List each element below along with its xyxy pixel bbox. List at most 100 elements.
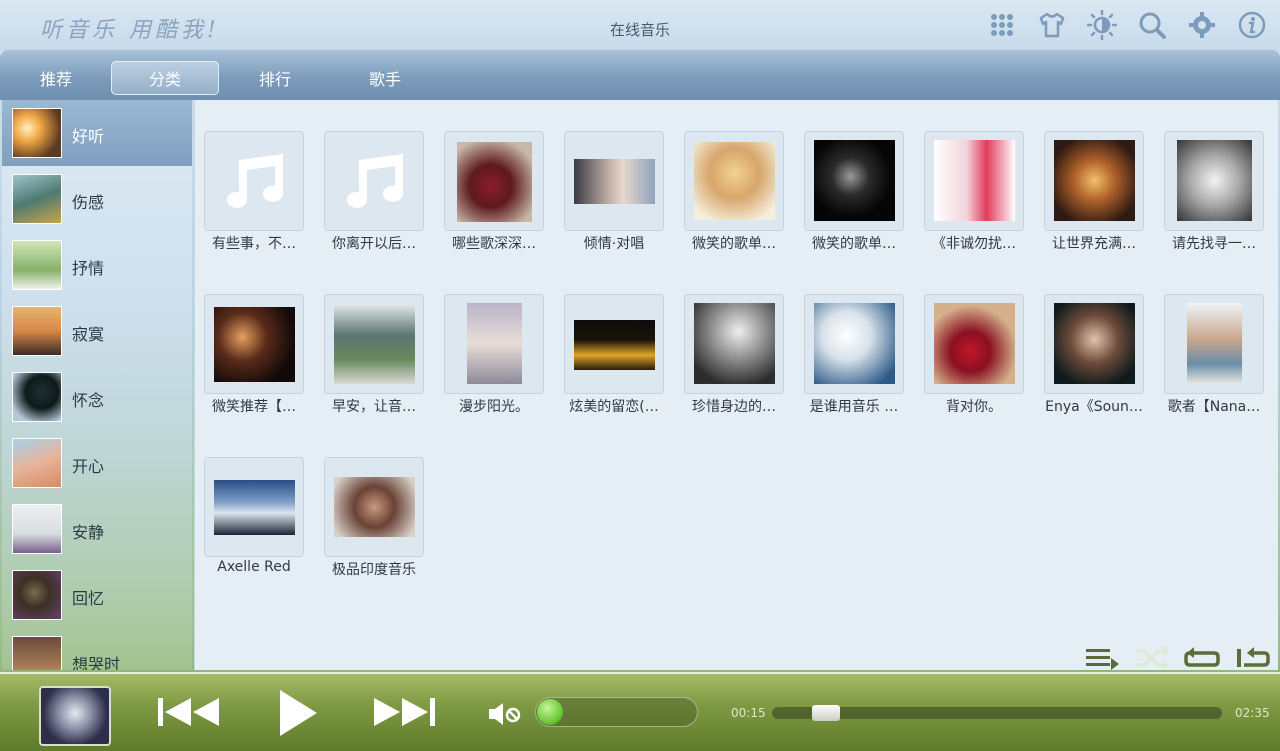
album-card[interactable]: 你离开以后… <box>324 131 424 261</box>
settings-gear-icon[interactable] <box>1184 8 1220 42</box>
album-cover-frame <box>804 131 904 231</box>
album-cover-image <box>814 140 895 221</box>
album-title: 背对你。 <box>946 399 1002 415</box>
category-thumbnail <box>12 306 62 356</box>
album-cover-frame <box>204 294 304 394</box>
album-cover-image <box>934 140 1015 221</box>
search-icon[interactable] <box>1134 8 1170 42</box>
album-cover-image <box>334 477 415 537</box>
sidebar-item-label: 安静 <box>72 523 105 542</box>
tab-ranking[interactable]: 排行 <box>221 61 329 95</box>
album-cover-frame <box>444 294 544 394</box>
repeat-all-icon[interactable] <box>1184 645 1220 675</box>
album-card[interactable]: 歌者【Nana… <box>1164 294 1264 424</box>
album-cover-frame <box>564 131 664 231</box>
sidebar-item-label: 伤感 <box>72 193 105 212</box>
album-cover-frame <box>564 294 664 394</box>
next-button[interactable] <box>372 696 436 728</box>
album-card[interactable]: 微笑推荐【… <box>204 294 304 424</box>
sidebar-item[interactable]: 安静 <box>2 496 192 562</box>
sidebar-item[interactable]: 伤感 <box>2 166 192 232</box>
album-title: 漫步阳光。 <box>459 399 529 415</box>
mute-icon[interactable] <box>488 702 524 726</box>
tab-label: 推荐 <box>39 70 72 89</box>
album-title: 哪些歌深深… <box>452 236 536 252</box>
album-card[interactable]: 是谁用音乐 … <box>804 294 904 424</box>
album-card[interactable]: 背对你。 <box>924 294 1024 424</box>
brightness-icon[interactable] <box>1084 8 1120 42</box>
album-card[interactable]: 微笑的歌单… <box>804 131 904 261</box>
sidebar-item[interactable]: 寂寞 <box>2 298 192 364</box>
album-card[interactable]: 请先找寻一… <box>1164 131 1264 261</box>
sidebar-item[interactable]: 怀念 <box>2 364 192 430</box>
album-cover-frame <box>804 294 904 394</box>
sidebar-item-label: 好听 <box>72 127 105 146</box>
category-thumbnail <box>12 504 62 554</box>
album-title: 你离开以后… <box>332 236 416 252</box>
tab-recommend[interactable]: 推荐 <box>2 61 110 95</box>
album-title: 歌者【Nana… <box>1167 399 1261 415</box>
album-title: 微笑推荐【… <box>212 399 296 415</box>
sidebar-item[interactable]: 抒情 <box>2 232 192 298</box>
album-card[interactable]: Axelle Red <box>204 457 304 587</box>
volume-slider-knob[interactable] <box>537 699 563 725</box>
album-card[interactable]: 微笑的歌单… <box>684 131 784 261</box>
sidebar-item-label: 回忆 <box>72 589 105 608</box>
album-cover-image <box>574 159 655 204</box>
album-cover-frame <box>324 294 424 394</box>
album-title: 炫美的留恋(… <box>569 399 659 415</box>
sidebar-item[interactable]: 好听 <box>2 100 192 166</box>
skin-shirt-icon[interactable] <box>1034 8 1070 42</box>
sidebar-item[interactable]: 回忆 <box>2 562 192 628</box>
album-cover-frame <box>324 457 424 557</box>
seek-bar-knob[interactable] <box>812 705 840 721</box>
album-card[interactable]: 有些事，不… <box>204 131 304 261</box>
album-cover-image <box>467 303 522 384</box>
album-cover-frame <box>924 131 1024 231</box>
previous-button[interactable] <box>157 696 221 728</box>
album-cover-image <box>814 303 895 384</box>
album-cover-frame <box>1044 131 1144 231</box>
album-grid: 有些事，不… 你离开以后… 哪些歌深深… 倾情·对唱 微笑的歌单… 微笑的歌单… <box>194 100 1278 670</box>
shuffle-icon[interactable] <box>1134 645 1170 675</box>
album-card[interactable]: 炫美的留恋(… <box>564 294 664 424</box>
album-card[interactable]: 漫步阳光。 <box>444 294 544 424</box>
album-card[interactable]: Enya《Soun… <box>1044 294 1144 424</box>
tab-category[interactable]: 分类 <box>111 61 219 95</box>
album-cover-image <box>457 142 532 222</box>
album-card[interactable]: 珍惜身边的… <box>684 294 784 424</box>
album-cover-image <box>1187 303 1242 384</box>
info-icon[interactable] <box>1234 8 1270 42</box>
album-card[interactable]: 极品印度音乐 <box>324 457 424 587</box>
tab-label: 歌手 <box>368 70 401 89</box>
album-title: 微笑的歌单… <box>692 236 776 252</box>
sidebar-item[interactable]: 想哭时 <box>2 628 192 670</box>
now-playing-cover[interactable] <box>39 686 111 746</box>
album-title: Axelle Red <box>217 559 291 575</box>
category-thumbnail <box>12 174 62 224</box>
album-cover-image <box>214 480 295 535</box>
album-cover-frame <box>1164 131 1264 231</box>
album-cover-image <box>694 142 775 220</box>
album-card[interactable]: 哪些歌深深… <box>444 131 544 261</box>
apps-grid-icon[interactable] <box>984 8 1020 42</box>
play-button[interactable] <box>277 688 319 738</box>
album-card[interactable]: 早安，让音… <box>324 294 424 424</box>
category-sidebar: 好听 伤感 抒情 寂寞 怀念 开心 安静 回忆 想哭时 <box>2 100 192 670</box>
album-card[interactable]: 倾情·对唱 <box>564 131 664 261</box>
album-cover-image <box>694 303 775 384</box>
repeat-one-icon[interactable] <box>1234 645 1270 675</box>
category-thumbnail <box>12 240 62 290</box>
album-card[interactable]: 《非诚勿扰… <box>924 131 1024 261</box>
playlist-order-icon[interactable] <box>1084 645 1120 675</box>
total-duration: 02:35 <box>1235 706 1270 720</box>
album-cover-image <box>1054 140 1135 221</box>
tab-singer[interactable]: 歌手 <box>331 61 439 95</box>
sidebar-item-label: 寂寞 <box>72 325 105 344</box>
album-card[interactable]: 让世界充满… <box>1044 131 1144 261</box>
sidebar-item[interactable]: 开心 <box>2 430 192 496</box>
album-cover-frame <box>1044 294 1144 394</box>
album-title: 是谁用音乐 … <box>809 399 899 415</box>
category-thumbnail <box>12 372 62 422</box>
album-title: 有些事，不… <box>212 236 296 252</box>
